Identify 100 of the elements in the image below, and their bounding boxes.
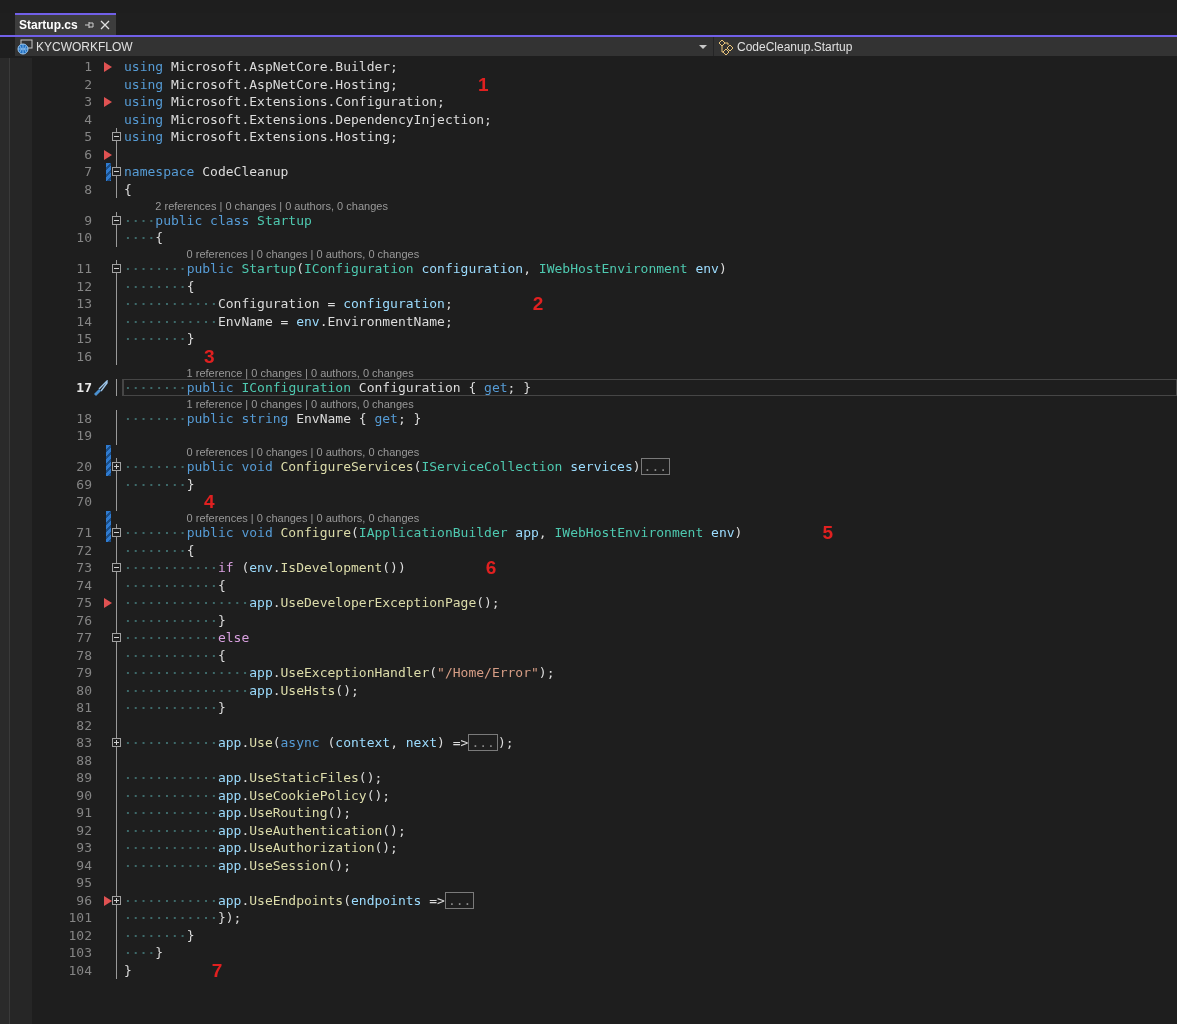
code-line: using Microsoft.Extensions.Hosting; <box>124 128 398 146</box>
code-lens[interactable]: 1 reference | 0 changes | 0 authors, 0 changes <box>186 366 414 379</box>
line-number: 77 <box>75 629 92 647</box>
collapse-icon[interactable] <box>112 633 121 643</box>
line-number: 2 <box>83 75 92 93</box>
code-line: using Microsoft.Extensions.Configuration; <box>124 93 445 111</box>
collapsed-code-button[interactable]: ... <box>444 891 475 909</box>
line-number: 74 <box>75 576 92 594</box>
line-number: 83 <box>75 734 92 752</box>
screwdriver-icon[interactable] <box>92 379 108 396</box>
collapse-icon[interactable] <box>112 167 121 177</box>
code-line: app.Use(async (context, next) => ... ); <box>124 734 514 752</box>
code-line: app.UseSession(); <box>124 856 351 874</box>
line-number: 1 <box>83 58 92 76</box>
line-number: 4 <box>83 110 92 128</box>
collapse-icon[interactable] <box>112 563 121 573</box>
collapsed-code-button[interactable]: ... <box>640 458 671 475</box>
code-line: app.UseAuthorization(); <box>124 839 398 857</box>
line-number: 88 <box>75 751 92 769</box>
code-line: app.UseHsts(); <box>124 681 359 699</box>
code-line: public Startup(IConfiguration configuration, IWebHostEnvironment env) <box>124 260 727 278</box>
code-line: public void ConfigureServices(IServiceCollection services) ... <box>124 458 671 476</box>
line-number: 80 <box>75 681 92 699</box>
annotation-number: 1 <box>477 75 489 93</box>
line-number: 93 <box>75 839 92 857</box>
caret-icon[interactable] <box>699 44 707 49</box>
line-number: 8 <box>83 180 92 198</box>
line-number: 5 <box>83 128 92 146</box>
code-line: app.UseEndpoints(endpoints => ... <box>124 891 475 909</box>
line-number: 82 <box>75 716 92 734</box>
code-line: app.UseExceptionHandler("/Home/Error"); <box>124 664 555 682</box>
line-number: 78 <box>75 646 92 664</box>
code-line: public void Configure(IApplicationBuilder app, IWebHostEnvironment env) <box>124 524 743 542</box>
class-icon <box>718 38 734 55</box>
code-line: using Microsoft.Extensions.DependencyInjection; <box>124 110 492 128</box>
line-number: 71 <box>75 524 92 542</box>
expand-icon[interactable] <box>112 895 121 905</box>
line-number: 76 <box>75 611 92 629</box>
collapse-icon[interactable] <box>112 264 121 274</box>
line-number: 101 <box>67 909 92 927</box>
line-number: 75 <box>75 594 92 612</box>
code-line: public string EnvName { get; } <box>124 409 422 427</box>
collapse-icon[interactable] <box>112 132 121 142</box>
code-line: app.UseCookiePolicy(); <box>124 786 391 804</box>
line-number: 14 <box>75 312 92 330</box>
line-number: 69 <box>75 475 92 493</box>
line-number: 16 <box>75 347 92 365</box>
line-number: 15 <box>75 330 92 348</box>
collapse-icon[interactable] <box>112 215 121 225</box>
annotation-number: 7 <box>211 961 223 979</box>
code-line: using Microsoft.AspNetCore.Hosting; <box>124 75 398 93</box>
code-line: }); <box>124 909 242 927</box>
line-number: 79 <box>75 664 92 682</box>
code-line: } <box>124 699 226 717</box>
annotation-number: 5 <box>822 524 833 542</box>
line-number: 95 <box>75 874 92 892</box>
code-lens[interactable]: 0 references | 0 changes | 0 authors, 0 changes <box>186 446 420 458</box>
annotation-number: 3 <box>204 347 215 365</box>
close-icon[interactable] <box>99 20 110 30</box>
code-line: app.UseRouting(); <box>124 804 351 822</box>
code-line: } <box>124 944 164 962</box>
code-line: if (env.IsDevelopment()) <box>124 559 406 577</box>
project-dropdown[interactable]: KYCWORKFLOW <box>15 37 713 56</box>
line-number: 81 <box>75 699 92 717</box>
line-number: 102 <box>67 926 92 944</box>
collapse-icon[interactable] <box>112 528 121 538</box>
member-dropdown[interactable]: CodeCleanup.Startup <box>713 37 1177 56</box>
code-lens[interactable]: 1 reference | 0 changes | 0 authors, 0 changes <box>186 397 414 410</box>
line-number: 70 <box>75 493 92 511</box>
code-lens[interactable]: 0 references | 0 changes | 0 authors, 0 changes <box>186 248 420 260</box>
code-line: using Microsoft.AspNetCore.Builder; <box>124 58 398 76</box>
collapsed-code-button[interactable]: ... <box>468 734 498 751</box>
expand-icon[interactable] <box>112 462 121 472</box>
line-number: 7 <box>83 163 92 181</box>
editor-tab[interactable]: Startup.cs <box>15 13 116 35</box>
line-number: 73 <box>75 559 92 577</box>
line-number: 72 <box>75 541 92 559</box>
pin-icon[interactable] <box>83 20 94 30</box>
annotation-number: 4 <box>204 493 215 511</box>
code-line: public class Startup <box>124 211 312 229</box>
line-number: 13 <box>75 295 92 313</box>
code-line: EnvName = env.EnvironmentName; <box>124 312 453 330</box>
code-lens[interactable]: 0 references | 0 changes | 0 authors, 0 changes <box>186 512 420 524</box>
line-number: 104 <box>67 961 92 979</box>
code-lens[interactable]: 2 references | 0 changes | 0 authors, 0 changes <box>155 199 388 212</box>
line-number: 92 <box>75 821 92 839</box>
line-number: 18 <box>75 409 92 427</box>
line-number: 103 <box>67 944 92 962</box>
line-number: 19 <box>75 427 92 445</box>
globe-icon <box>17 38 33 55</box>
line-number: 17 <box>75 378 92 396</box>
line-number: 89 <box>75 769 92 787</box>
annotation-number: 6 <box>485 559 497 577</box>
line-number: 94 <box>75 856 92 874</box>
code-line: { <box>124 229 164 247</box>
expand-icon[interactable] <box>112 738 121 748</box>
line-number: 10 <box>75 229 92 247</box>
code-line: public IConfiguration Configuration { get; } <box>124 378 532 396</box>
code-line: { <box>124 180 132 198</box>
code-line: } <box>124 330 195 348</box>
